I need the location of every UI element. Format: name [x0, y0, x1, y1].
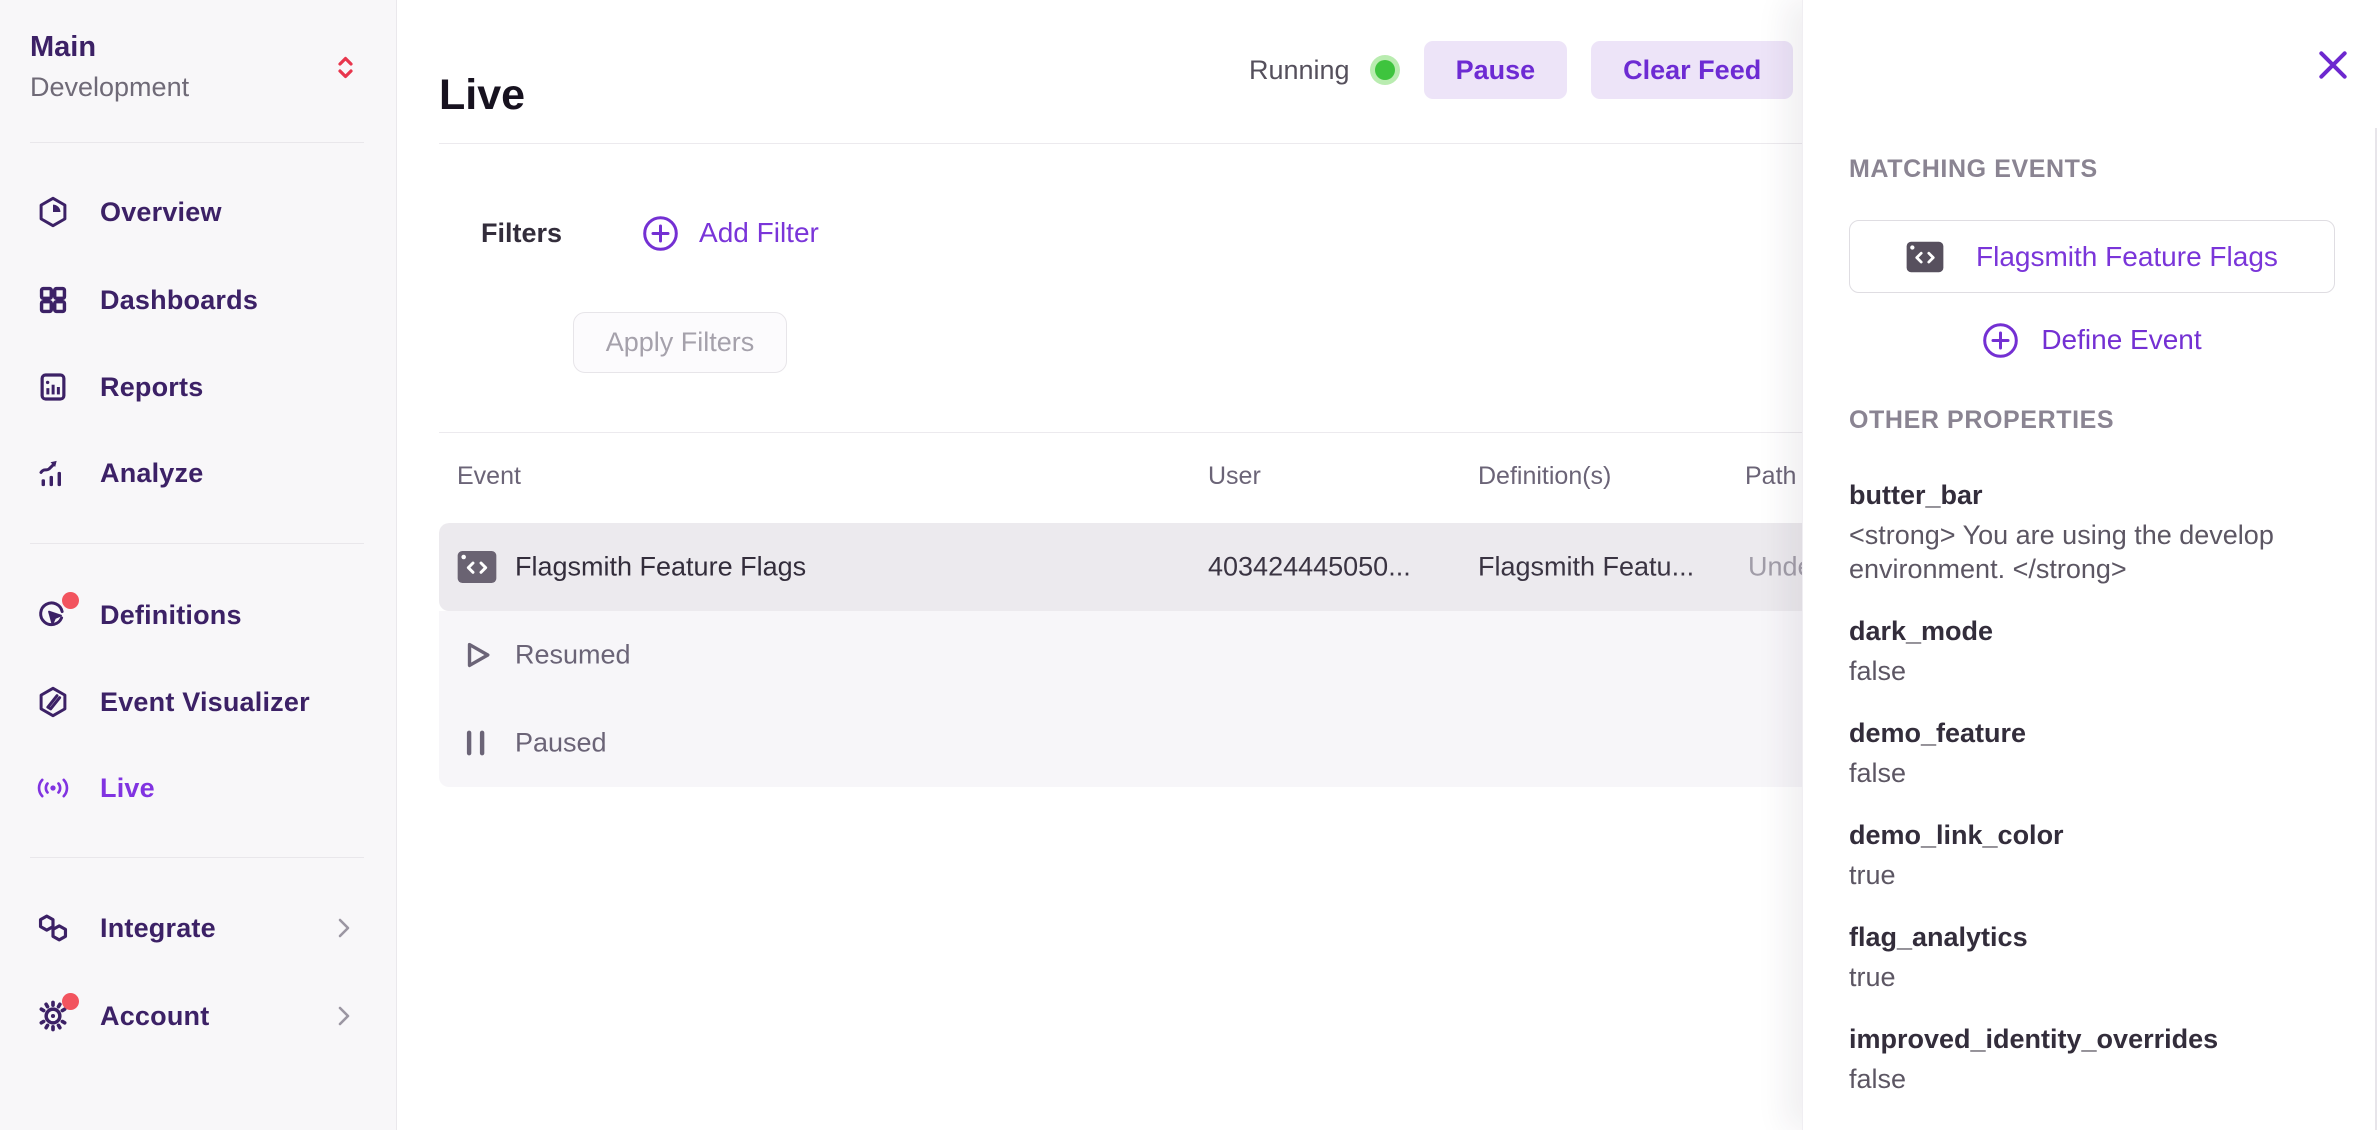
- pause-icon: [463, 728, 489, 758]
- live-broadcast-icon: [36, 771, 70, 805]
- notification-badge: [62, 592, 79, 609]
- property-name: dark_mode: [1849, 614, 2317, 648]
- define-event-label: Define Event: [2041, 324, 2201, 356]
- properties-list: butter_bar <strong> You are using the de…: [1849, 478, 2317, 1124]
- property-name: butter_bar: [1849, 478, 2317, 512]
- property-name: improved_identity_overrides: [1849, 1022, 2317, 1056]
- sidebar-divider: [30, 543, 364, 544]
- sidebar-item-integrate[interactable]: Integrate: [0, 898, 396, 958]
- clear-feed-button[interactable]: Clear Feed: [1591, 41, 1793, 99]
- filters-bar: Filters Add Filter: [481, 213, 819, 253]
- sidebar-item-overview[interactable]: Overview: [0, 182, 396, 242]
- close-icon: [2319, 51, 2347, 79]
- filters-label: Filters: [481, 218, 562, 249]
- sidebar-item-dashboards[interactable]: Dashboards: [0, 270, 396, 330]
- sidebar-item-label: Event Visualizer: [100, 687, 310, 718]
- code-window-icon: [1906, 241, 1944, 273]
- define-event-button[interactable]: Define Event: [1849, 318, 2335, 362]
- chevron-right-icon: [338, 1006, 350, 1026]
- column-header-event: Event: [457, 462, 521, 491]
- sidebar: Main Development Overview: [0, 0, 397, 1130]
- definitions-cell: Flagsmith Featu...: [1478, 552, 1694, 583]
- property-item: demo_feature false: [1849, 716, 2317, 790]
- close-panel-button[interactable]: [2319, 50, 2349, 80]
- code-window-icon: [457, 550, 497, 584]
- account-gear-icon: [36, 999, 70, 1033]
- matched-event-name: Flagsmith Feature Flags: [1976, 241, 2278, 273]
- apply-filters-button[interactable]: Apply Filters: [573, 312, 787, 373]
- dashboards-grid-icon: [36, 283, 70, 317]
- definitions-icon: [36, 598, 70, 632]
- plus-circle-icon: [1982, 322, 2019, 359]
- pause-button[interactable]: Pause: [1424, 41, 1568, 99]
- sidebar-item-label: Live: [100, 773, 155, 804]
- sidebar-item-event-visualizer[interactable]: Event Visualizer: [0, 672, 396, 732]
- play-icon: [463, 640, 493, 670]
- workspace-name: Main: [30, 30, 376, 64]
- property-value: true: [1849, 960, 2317, 994]
- property-item: dark_mode false: [1849, 614, 2317, 688]
- event-detail-panel: MATCHING EVENTS Flagsmith Feature Flags …: [1802, 0, 2380, 1130]
- overview-hexagon-icon: [36, 195, 70, 229]
- sidebar-item-analyze[interactable]: Analyze: [0, 443, 396, 503]
- integrate-icon: [36, 911, 70, 945]
- property-name: demo_link_color: [1849, 818, 2317, 852]
- sidebar-item-definitions[interactable]: Definitions: [0, 585, 396, 645]
- event-cell: Flagsmith Feature Flags: [515, 552, 806, 583]
- header-controls: Running Pause Clear Feed: [1249, 40, 1793, 100]
- column-header-definitions: Definition(s): [1478, 462, 1611, 491]
- sidebar-item-label: Analyze: [100, 458, 203, 489]
- property-value: false: [1849, 756, 2317, 790]
- property-item: butter_bar <strong> You are using the de…: [1849, 478, 2317, 586]
- property-name: flag_analytics: [1849, 920, 2317, 954]
- add-filter-label: Add Filter: [699, 217, 819, 249]
- column-header-path: Path: [1745, 462, 1796, 491]
- sidebar-item-live[interactable]: Live: [0, 758, 396, 818]
- event-cell: Resumed: [515, 640, 631, 671]
- page-title: Live: [439, 71, 525, 120]
- property-value: false: [1849, 654, 2317, 688]
- status-green-dot-icon: [1370, 55, 1400, 85]
- sidebar-divider: [30, 857, 364, 858]
- sidebar-item-label: Dashboards: [100, 285, 258, 316]
- feed-status-label: Running: [1249, 55, 1350, 86]
- chevron-right-icon: [338, 918, 350, 938]
- event-visualizer-icon: [36, 685, 70, 719]
- sidebar-item-label: Integrate: [100, 913, 216, 944]
- app-root: Main Development Overview: [0, 0, 2380, 1130]
- event-cell: Paused: [515, 728, 607, 759]
- matched-event-card[interactable]: Flagsmith Feature Flags: [1849, 220, 2335, 293]
- user-cell: 403424445050...: [1208, 552, 1411, 583]
- column-header-user: User: [1208, 462, 1261, 491]
- property-value: false: [1849, 1062, 2317, 1096]
- sidebar-divider: [30, 142, 364, 143]
- sidebar-item-account[interactable]: Account: [0, 986, 396, 1046]
- workspace-switcher[interactable]: Main Development: [30, 30, 376, 104]
- property-value: true: [1849, 858, 2317, 892]
- sidebar-item-label: Overview: [100, 197, 222, 228]
- property-name: demo_feature: [1849, 716, 2317, 750]
- other-properties-heading: OTHER PROPERTIES: [1849, 406, 2114, 435]
- property-item: improved_identity_overrides false: [1849, 1022, 2317, 1096]
- property-item: demo_link_color true: [1849, 818, 2317, 892]
- sidebar-item-label: Definitions: [100, 600, 242, 631]
- sidebar-item-label: Reports: [100, 372, 203, 403]
- reports-icon: [36, 370, 70, 404]
- workspace-environment: Development: [30, 70, 376, 104]
- analyze-trend-icon: [36, 456, 70, 490]
- notification-badge: [62, 993, 79, 1010]
- panel-scrollbar[interactable]: [2375, 128, 2377, 1130]
- add-filter-button[interactable]: Add Filter: [642, 215, 819, 252]
- property-value: <strong> You are using the develop envir…: [1849, 518, 2317, 586]
- sidebar-item-label: Account: [100, 1001, 209, 1032]
- property-item: flag_analytics true: [1849, 920, 2317, 994]
- plus-circle-icon: [642, 215, 679, 252]
- matching-events-heading: MATCHING EVENTS: [1849, 155, 2098, 184]
- sidebar-item-reports[interactable]: Reports: [0, 357, 396, 417]
- workspace-switcher-icon: [337, 56, 354, 80]
